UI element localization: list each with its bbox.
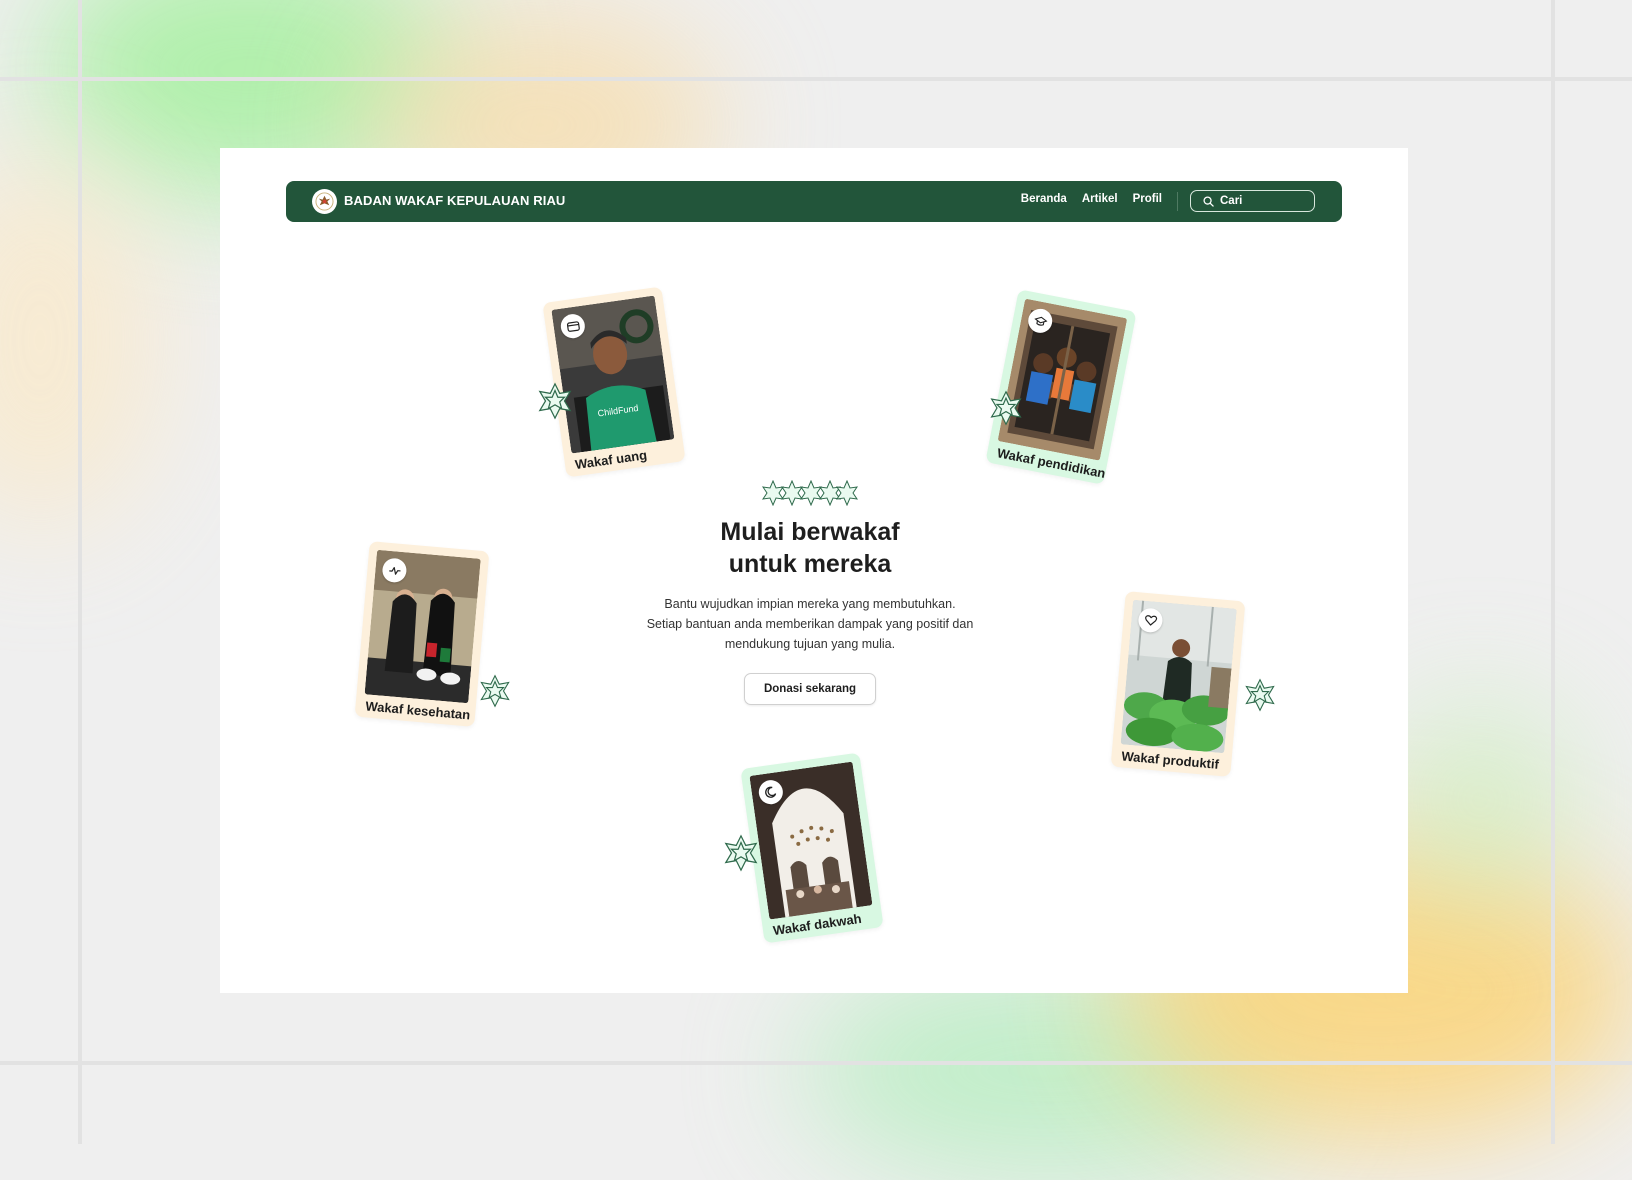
islamic-star-ornament-icon — [538, 382, 572, 420]
search-box[interactable] — [1190, 190, 1315, 212]
card-wakaf-kesehatan[interactable]: Wakaf kesehatan — [354, 541, 490, 727]
top-navbar: BADAN WAKAF KEPULAUAN RIAU Beranda Artik… — [286, 181, 1342, 222]
photo-children-window — [997, 298, 1128, 461]
islamic-star-ornament-icon — [1245, 678, 1275, 712]
islamic-star-ornament-icon — [480, 674, 510, 708]
card-wakaf-pendidikan[interactable]: Wakaf pendidikan — [985, 289, 1137, 485]
grid-line — [78, 0, 82, 1144]
background-blob-right — [1380, 700, 1580, 900]
grid-line — [0, 77, 1632, 81]
brand-title[interactable]: BADAN WAKAF KEPULAUAN RIAU — [344, 193, 565, 208]
nav-divider — [1177, 192, 1178, 211]
card-wakaf-produktif[interactable]: Wakaf produktif — [1110, 591, 1246, 777]
search-icon — [1203, 195, 1214, 207]
hero-title: Mulai berwakaf untuk mereka — [720, 518, 900, 578]
card-wakaf-dakwah[interactable]: Wakaf dakwah — [740, 752, 884, 944]
logo-emblem-icon[interactable] — [312, 189, 337, 214]
nav-links: Beranda Artikel Profil — [1021, 193, 1162, 205]
nav-link-profil[interactable]: Profil — [1133, 193, 1162, 205]
card-label: Wakaf produktif — [1120, 748, 1220, 772]
nav-link-artikel[interactable]: Artikel — [1082, 193, 1118, 205]
hero-section: Mulai berwakaf untuk mereka Bantu wujudk… — [600, 480, 1020, 705]
islamic-star-ornament-icon — [724, 834, 758, 872]
search-input[interactable] — [1220, 195, 1300, 207]
nav-link-beranda[interactable]: Beranda — [1021, 193, 1067, 205]
grid-line — [0, 1061, 1632, 1065]
ornament-row-icon — [761, 480, 859, 506]
islamic-star-ornament-icon — [990, 390, 1022, 426]
grid-line — [1551, 0, 1555, 1144]
landing-page-frame: BADAN WAKAF KEPULAUAN RIAU Beranda Artik… — [220, 148, 1408, 993]
background-blob-bottom-green — [800, 960, 1300, 1180]
donate-now-button[interactable]: Donasi sekarang — [743, 673, 877, 705]
hero-description: Bantu wujudkan impian mereka yang membut… — [646, 597, 974, 651]
